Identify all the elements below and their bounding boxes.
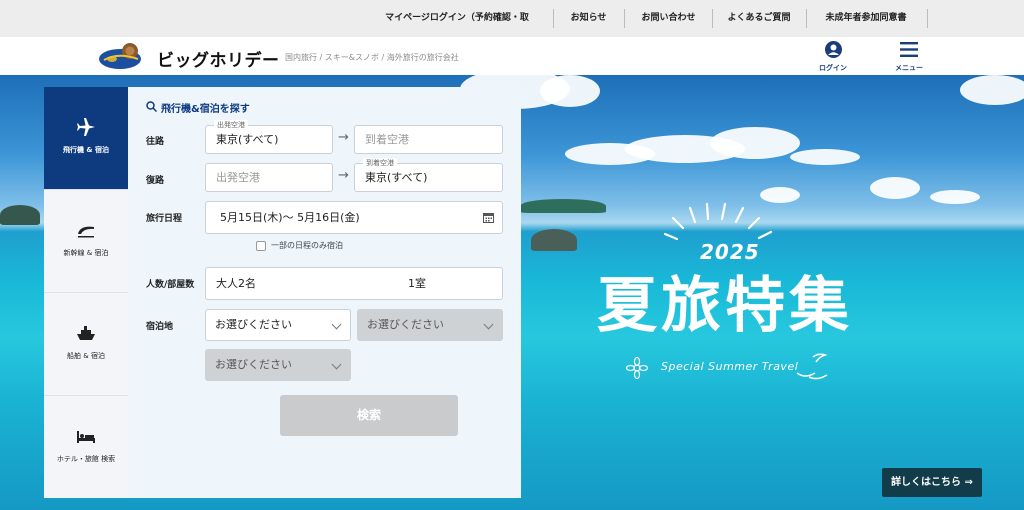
login-label: ログイン [819, 64, 847, 72]
search-button[interactable]: 検索 [280, 395, 458, 436]
train-icon [78, 226, 94, 238]
logo-text[interactable]: ビッグホリデー [157, 46, 280, 71]
select-value: お選びください [215, 318, 292, 331]
hero-year: 2025 [700, 240, 760, 264]
contact-link[interactable]: お問い合わせ [632, 0, 705, 37]
form-title: 飛行機&宿泊を探す [161, 104, 250, 115]
mypage-login-link[interactable]: マイページログイン（予約確認・取消） [382, 0, 532, 60]
outbound-departure-airport[interactable]: 出発空港 東京(すべて) [205, 120, 333, 154]
details-button[interactable]: 詳しくはこちら ⇒ [882, 468, 982, 497]
menu-label: メニュー [895, 64, 923, 72]
tab-train-hotel[interactable]: 新幹線 & 宿泊 [44, 190, 128, 293]
chevron-down-icon [331, 359, 342, 370]
travel-dates-field[interactable]: 5月15日(木)～ 5月16日(金) [205, 201, 503, 234]
arrow-right-icon: → [338, 130, 349, 145]
util-divider [624, 9, 625, 28]
return-departure-airport[interactable]: 出発空港 [205, 163, 333, 192]
tab-flight-hotel[interactable]: 飛行機 & 宿泊 [44, 87, 128, 190]
ship-icon [77, 326, 95, 340]
minor-consent-link[interactable]: 未成年者参加同意書 [812, 0, 920, 37]
cloud [540, 75, 600, 107]
airplane-icon [77, 118, 95, 136]
flower-icon [626, 357, 648, 379]
select-value: お選びください [215, 358, 292, 371]
select-value: お選びください [367, 318, 444, 331]
site-header: ビッグホリデー 国内旅行 / スキー&スノボ / 海外旅行の旅行会社 ログイン … [0, 37, 1024, 75]
util-divider [712, 9, 713, 28]
news-link[interactable]: お知らせ [560, 0, 617, 37]
partial-stay-label[interactable]: 一部の日程のみ宿泊 [271, 240, 343, 251]
search-form: 飛行機&宿泊を探す 往路 出発空港 東京(すべて) → 到着空港 復路 出発空港… [128, 87, 521, 498]
cloud [710, 127, 800, 159]
chevron-down-icon [483, 319, 494, 330]
dates-value: 5月15日(木)～ 5月16日(金) [220, 211, 360, 224]
cloud [790, 149, 860, 165]
logo-mark-icon[interactable] [98, 42, 150, 70]
chevron-down-icon [331, 319, 342, 330]
island [520, 199, 606, 213]
lodging-subarea-select[interactable]: お選びください [205, 349, 351, 381]
tab-label: 飛行機 & 宿泊 [63, 146, 109, 154]
cloud [870, 177, 920, 199]
adults-value: 大人2名 [216, 277, 256, 290]
hamburger-icon [900, 42, 918, 57]
cloud [930, 190, 980, 204]
return-label: 復路 [146, 176, 165, 186]
lodging-label: 宿泊地 [146, 322, 174, 332]
field-value: 東京(すべて) [365, 171, 428, 184]
util-divider [806, 9, 807, 28]
guests-rooms-field[interactable]: 大人2名 1室 [205, 267, 503, 300]
search-icon [146, 101, 157, 112]
login-button[interactable]: ログイン [813, 41, 853, 73]
guests-label: 人数/部屋数 [146, 280, 195, 290]
partial-stay-checkbox[interactable] [256, 241, 266, 251]
utility-bar: マイページログイン（予約確認・取消） お知らせ お問い合わせ よくあるご質問 未… [0, 0, 1024, 60]
header-tagline: 国内旅行 / スキー&スノボ / 海外旅行の旅行会社 [285, 53, 459, 62]
rooms-value: 1室 [408, 277, 426, 290]
outbound-label: 往路 [146, 137, 165, 147]
tab-label: 船舶 & 宿泊 [67, 352, 105, 360]
field-caption: 出発空港 [214, 120, 248, 130]
search-tabs: 飛行機 & 宿泊 新幹線 & 宿泊 船舶 & 宿泊 ホテル・旅館 検索 [44, 87, 137, 499]
island [0, 205, 40, 225]
search-panel: 飛行機 & 宿泊 新幹線 & 宿泊 船舶 & 宿泊 ホテル・旅館 検索 飛行機&… [44, 87, 521, 498]
arrow-right-icon: → [338, 168, 349, 183]
faq-link[interactable]: よくあるご質問 [720, 0, 798, 37]
field-value: 東京(すべて) [216, 133, 279, 146]
rock [531, 229, 577, 251]
lodging-area-select[interactable]: お選びください [357, 309, 503, 341]
util-divider [553, 9, 554, 28]
calendar-icon [483, 213, 494, 223]
hero-subtitle: Special Summer Travel [661, 360, 799, 373]
tab-label: 新幹線 & 宿泊 [63, 249, 109, 257]
outbound-arrival-airport[interactable]: 到着空港 [354, 125, 503, 154]
seagull-icon [796, 353, 828, 380]
cloud [960, 75, 1024, 105]
menu-button[interactable]: メニュー [889, 41, 929, 73]
lodging-prefecture-select[interactable]: お選びください [205, 309, 351, 341]
bed-icon [77, 431, 95, 443]
tab-ship-hotel[interactable]: 船舶 & 宿泊 [44, 293, 128, 396]
return-arrival-airport[interactable]: 到着空港 東京(すべて) [354, 158, 503, 192]
hero-title: 夏旅特集 [597, 271, 853, 341]
tab-label: ホテル・旅館 検索 [56, 455, 116, 463]
user-icon [824, 41, 842, 58]
tab-hotel-search[interactable]: ホテル・旅館 検索 [44, 396, 128, 499]
util-divider [927, 9, 928, 28]
dates-label: 旅行日程 [146, 214, 183, 224]
field-caption: 到着空港 [363, 158, 397, 168]
